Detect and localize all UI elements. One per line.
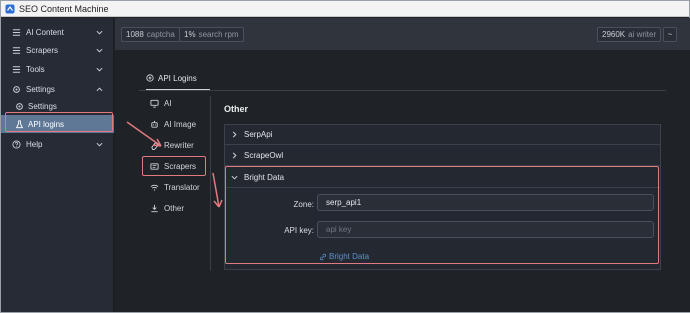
- search-rpm-badge: 1% search rpm: [179, 27, 244, 42]
- search-rpm-value: 1%: [184, 30, 196, 39]
- list-icon: [12, 46, 21, 54]
- sidebar-item-label: Settings: [28, 101, 57, 111]
- flask-icon: [15, 119, 24, 128]
- accordion-item-bright-data[interactable]: Bright Data: [225, 168, 660, 188]
- sidebar-item-label: API logins: [28, 119, 65, 129]
- chevron-right-icon: [232, 131, 237, 138]
- sidebar-subitem-settings[interactable]: Settings: [1, 97, 114, 115]
- api-key-input[interactable]: api key: [317, 221, 654, 238]
- sidebar: AI Content Scrapers Tools Settings Setti…: [1, 18, 114, 312]
- subnav-label: Rewriter: [164, 140, 194, 150]
- tab-api-logins[interactable]: API Logins: [146, 67, 197, 89]
- app-window: SEO Content Machine AI Content Scrapers …: [0, 0, 690, 313]
- list-icon: [12, 28, 21, 36]
- sidebar-item-scrapers[interactable]: Scrapers: [1, 41, 114, 59]
- link-icon: [319, 253, 327, 260]
- accordion-label: SerpApi: [244, 130, 273, 139]
- sidebar-item-ai-content[interactable]: AI Content: [1, 23, 114, 41]
- sidebar-item-help[interactable]: Help: [1, 135, 114, 153]
- ai-writer-label: ai writer: [628, 30, 657, 39]
- menu-button[interactable]: ~: [663, 27, 677, 42]
- subnav-label: Translator: [164, 182, 200, 192]
- sidebar-item-tools[interactable]: Tools: [1, 60, 114, 78]
- subnav-label: Scrapers: [164, 161, 197, 171]
- list-icon: [12, 65, 21, 73]
- sidebar-item-label: Scrapers: [26, 45, 59, 55]
- search-rpm-label: search rpm: [198, 30, 239, 39]
- subnav-item-ai-image[interactable]: AI Image: [141, 115, 211, 133]
- subnav-item-other[interactable]: Other: [141, 199, 211, 217]
- zone-label: Zone:: [293, 200, 314, 209]
- sidebar-subitem-api-logins[interactable]: API logins: [1, 115, 114, 133]
- ai-writer-badge: 2960K ai writer: [597, 27, 662, 42]
- sidebar-item-label: Tools: [26, 64, 45, 74]
- chevron-down-icon: [96, 48, 103, 53]
- accordion-item-serpapi[interactable]: SerpApi: [225, 125, 660, 145]
- captcha-label: captcha: [146, 30, 175, 39]
- chevron-down-icon: [231, 175, 238, 180]
- title-bar: SEO Content Machine: [1, 1, 689, 17]
- subnav-item-scrapers[interactable]: Scrapers: [141, 157, 211, 175]
- chevron-up-icon: [96, 86, 103, 91]
- subnav-divider: [210, 96, 211, 271]
- chevron-down-icon: [96, 142, 103, 147]
- accordion-item-scrapeowl[interactable]: ScrapeOwl: [225, 146, 660, 166]
- accordion-label: Bright Data: [244, 173, 285, 182]
- top-bar: 1088 captcha 1% search rpm 2960K ai writ…: [115, 18, 690, 50]
- section-title: Other: [224, 104, 249, 114]
- bright-data-link[interactable]: Bright Data: [319, 252, 369, 261]
- chevron-down-icon: [96, 30, 103, 35]
- captcha-count: 1088: [126, 30, 144, 39]
- scraper-icon: [150, 162, 159, 170]
- window-title: SEO Content Machine: [19, 3, 109, 14]
- sidebar-item-label: AI Content: [26, 27, 64, 37]
- subnav-item-translator[interactable]: Translator: [141, 178, 211, 196]
- sidebar-item-label: Settings: [26, 84, 55, 94]
- wifi-icon: [150, 184, 159, 191]
- subnav-item-ai[interactable]: AI: [141, 94, 211, 112]
- subnav-label: AI Image: [164, 119, 197, 129]
- subnav-item-rewriter[interactable]: Rewriter: [141, 136, 211, 154]
- bright-data-link-label: Bright Data: [329, 252, 370, 261]
- robot-icon: [151, 120, 158, 128]
- download-icon: [151, 204, 158, 212]
- subnav-label: AI: [164, 98, 172, 108]
- tab-separator: [139, 90, 666, 91]
- monitor-icon: [150, 99, 159, 108]
- accordion-label: ScrapeOwl: [244, 151, 284, 160]
- app-logo-icon: [5, 4, 15, 13]
- sidebar-item-label: Help: [26, 139, 43, 149]
- captcha-badge: 1088 captcha: [121, 27, 180, 42]
- sidebar-item-settings[interactable]: Settings: [1, 80, 114, 98]
- plus-circle-icon: [146, 74, 154, 82]
- gear-icon: [13, 85, 20, 93]
- eraser-icon: [151, 141, 159, 150]
- tab-label: API Logins: [158, 73, 197, 83]
- api-key-label: API key:: [284, 226, 314, 235]
- gear-icon: [16, 102, 23, 110]
- ai-writer-count: 2960K: [602, 30, 626, 39]
- zone-input[interactable]: serp_api1: [317, 194, 654, 211]
- help-icon: [12, 139, 21, 149]
- chevron-right-icon: [232, 152, 237, 159]
- subnav-label: Other: [164, 203, 185, 213]
- chevron-down-icon: [96, 67, 103, 72]
